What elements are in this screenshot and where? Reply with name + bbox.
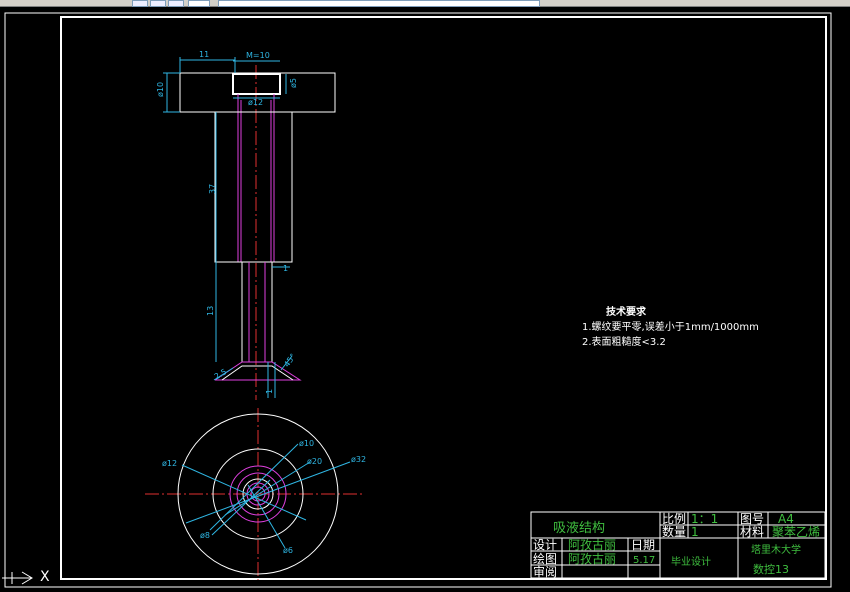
- material-label: 材料: [740, 525, 765, 539]
- dim-d12: ø12: [248, 98, 263, 107]
- drawing-no-value: A4: [778, 512, 794, 526]
- date-value: 5.17: [633, 555, 656, 566]
- dim-len37: 37: [208, 184, 217, 194]
- dim-c-d32: ø32: [351, 455, 366, 464]
- draw-value: 阿孜古丽: [568, 552, 617, 566]
- date-label: 日期: [631, 538, 656, 552]
- class-name: 数控13: [753, 563, 789, 576]
- tech-notes-title: 技术要求: [606, 307, 646, 318]
- draw-label: 绘图: [533, 552, 558, 566]
- part-name: 吸液结构: [553, 521, 606, 536]
- drawing-canvas[interactable]: 11 M=10 ø10 ø5 ø12 37 13 1 45° 2.5 1 ø12…: [0, 6, 850, 592]
- qty-value: 1: [691, 525, 699, 539]
- ucs-x-label: X: [40, 569, 50, 585]
- dim-c-d12: ø12: [162, 459, 177, 468]
- technical-requirements: 技术要求 1.螺纹要平零,误差小于1mm/1000mm 2.表面粗糙度<3.2: [582, 305, 759, 350]
- review-label: 审阅: [533, 565, 558, 579]
- dim-len11: 11: [199, 50, 209, 59]
- tech-notes-line-1: 1.螺纹要平零,误差小于1mm/1000mm: [582, 322, 759, 333]
- drawing-no-label: 图号: [740, 512, 765, 526]
- school-name: 塔里木大学: [751, 545, 801, 556]
- project-name: 毕业设计: [671, 557, 711, 568]
- dim-len13: 13: [206, 306, 215, 316]
- dim-d10: ø10: [156, 82, 165, 97]
- design-value: 阿孜古丽: [568, 538, 617, 552]
- dim-c-d6: ø6: [283, 546, 293, 555]
- dim-len1: 1: [283, 264, 288, 273]
- dim-bottom-1: 1: [265, 389, 274, 394]
- scale-label: 比例: [662, 512, 687, 526]
- tech-notes-line-2: 2.表面粗糙度<3.2: [582, 337, 666, 348]
- dim-c-d10: ø10: [299, 439, 314, 448]
- side-view: [179, 65, 336, 400]
- shank-lower: [241, 261, 273, 363]
- dim-angle: 45°: [282, 352, 298, 369]
- title-block: 吸液结构 比例 1：1 图号 A4 数量 1 材料 聚苯乙烯 设计 阿孜古丽 日…: [531, 512, 825, 579]
- dim-m10: M=10: [246, 51, 270, 60]
- dim-c-d8: ø8: [200, 531, 210, 540]
- dim-c-d20: ø20: [307, 457, 322, 466]
- scale-value: 1：1: [691, 512, 719, 526]
- material-value: 聚苯乙烯: [772, 525, 821, 539]
- dim-bottom-r: 2.5: [213, 367, 229, 381]
- qty-label: 数量: [662, 525, 687, 539]
- design-label: 设计: [533, 538, 558, 552]
- ucs-icon: [2, 571, 33, 585]
- inner-frame: [60, 16, 827, 580]
- outer-frame: [4, 12, 832, 588]
- dimension-labels: 11 M=10 ø10 ø5 ø12 37 13 1 45° 2.5 1: [156, 50, 298, 394]
- shank-upper: [214, 111, 293, 263]
- dimension-lines: [163, 57, 293, 398]
- dim-d5: ø5: [289, 78, 298, 88]
